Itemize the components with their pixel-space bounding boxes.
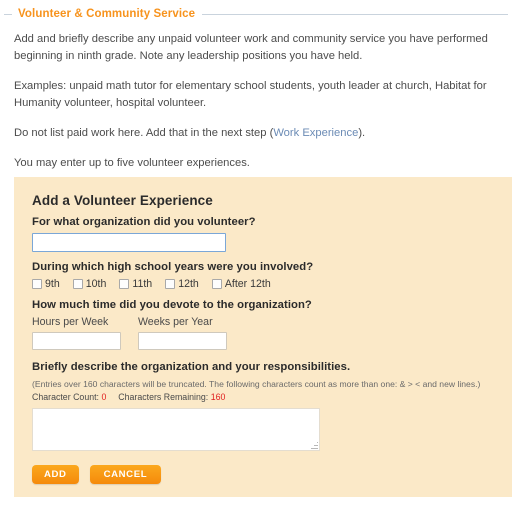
paid-work-suffix: ). (358, 127, 365, 139)
page-title: Volunteer & Community Service (18, 8, 195, 20)
intro-paragraph-3: You may enter up to five volunteer exper… (14, 155, 498, 172)
characters-remaining-value: 160 (211, 392, 226, 402)
checkbox-box-icon[interactable] (32, 279, 42, 289)
time-inputs-row: Hours per Week Weeks per Year (32, 316, 512, 350)
intro-paragraph-1: Add and briefly describe any unpaid volu… (14, 31, 498, 65)
header-rule-right (202, 14, 508, 15)
description-label: Briefly describe the organization and yo… (32, 361, 512, 373)
checkbox-12th[interactable]: 12th (165, 278, 199, 290)
checkbox-label: After 12th (225, 278, 271, 290)
character-count-label: Character Count: (32, 392, 99, 402)
paid-work-prefix: Do not list paid work here. Add that in … (14, 127, 273, 139)
checkbox-11th[interactable]: 11th (119, 278, 152, 290)
years-label: During which high school years were you … (32, 261, 512, 273)
years-checkbox-group: 9th 10th 11th 12th After 12th (32, 278, 512, 290)
checkbox-label: 12th (178, 278, 199, 290)
form-title: Add a Volunteer Experience (32, 193, 512, 208)
checkbox-box-icon[interactable] (119, 279, 129, 289)
characters-remaining-label: Characters Remaining: (118, 392, 208, 402)
time-label: How much time did you devote to the orga… (32, 299, 512, 311)
header-rule-left (4, 14, 12, 15)
description-truncation-note: (Entries over 160 characters will be tru… (32, 378, 512, 390)
cancel-button[interactable]: CANCEL (90, 465, 162, 484)
checkbox-box-icon[interactable] (212, 279, 222, 289)
checkbox-after-12th[interactable]: After 12th (212, 278, 271, 290)
weeks-per-year-group: Weeks per Year (138, 316, 227, 350)
checkbox-box-icon[interactable] (165, 279, 175, 289)
add-button[interactable]: ADD (32, 465, 79, 484)
character-counter: Character Count: 0 Characters Remaining:… (32, 392, 512, 402)
character-count-value: 0 (101, 392, 106, 402)
work-experience-link[interactable]: Work Experience (273, 127, 358, 139)
checkbox-9th[interactable]: 9th (32, 278, 60, 290)
checkbox-label: 9th (45, 278, 60, 290)
checkbox-label: 11th (132, 278, 152, 290)
organization-label: For what organization did you volunteer? (32, 216, 512, 228)
description-textarea[interactable] (32, 408, 320, 451)
checkbox-10th[interactable]: 10th (73, 278, 107, 290)
intro-paragraph-2: Examples: unpaid math tutor for elementa… (14, 78, 498, 112)
checkbox-box-icon[interactable] (73, 279, 83, 289)
hours-per-week-input[interactable] (32, 332, 121, 350)
intro-paragraph-paid-work: Do not list paid work here. Add that in … (14, 125, 498, 142)
description-textarea-wrapper (32, 408, 320, 451)
weeks-per-year-input[interactable] (138, 332, 227, 350)
section-header: Volunteer & Community Service (0, 6, 512, 22)
hours-per-week-caption: Hours per Week (32, 316, 121, 328)
weeks-per-year-caption: Weeks per Year (138, 316, 227, 328)
organization-input[interactable] (32, 233, 226, 252)
hours-per-week-group: Hours per Week (32, 316, 121, 350)
checkbox-label: 10th (86, 278, 107, 290)
intro-copy: Add and briefly describe any unpaid volu… (0, 31, 512, 172)
add-volunteer-experience-panel: Add a Volunteer Experience For what orga… (14, 177, 512, 497)
form-actions: ADD CANCEL (32, 465, 512, 484)
